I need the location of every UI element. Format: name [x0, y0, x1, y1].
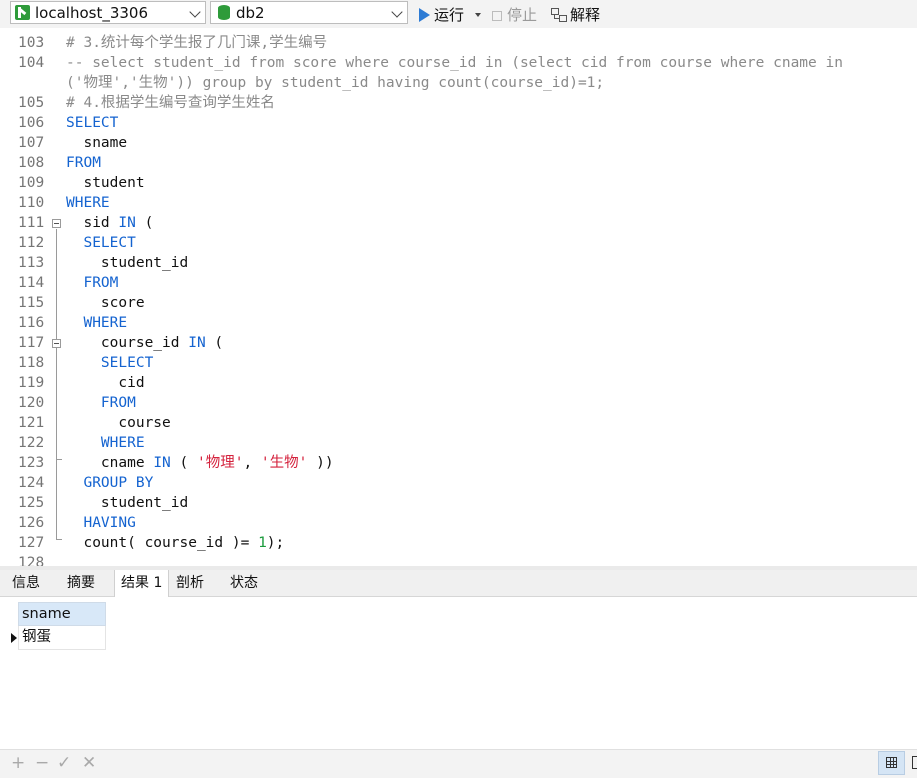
- code-text: student_id: [66, 255, 189, 271]
- line-number: 108: [18, 155, 45, 171]
- fold-guide: [56, 229, 57, 539]
- line-number: 105: [18, 95, 45, 111]
- code-text: course: [66, 415, 171, 431]
- add-record-button[interactable]: +: [11, 753, 25, 773]
- code-text: student_id: [66, 495, 189, 511]
- column-header-sname[interactable]: sname: [18, 602, 106, 626]
- tab-summary[interactable]: 摘要: [61, 570, 101, 596]
- tab-profile[interactable]: 剖析: [170, 570, 210, 596]
- code-text: cid: [66, 375, 145, 391]
- explain-icon: [551, 8, 567, 22]
- database-icon: [218, 5, 230, 20]
- chevron-down-icon[interactable]: [391, 6, 403, 18]
- code-text: WHERE: [83, 315, 128, 331]
- run-button[interactable]: 运行: [419, 4, 481, 25]
- line-number: 114: [18, 275, 45, 291]
- line-number: 103: [18, 35, 45, 51]
- code-text: cname IN ( '物理', '生物' )): [66, 455, 334, 471]
- code-text: # 4.根据学生编号查询学生姓名: [66, 95, 275, 111]
- line-number: 120: [18, 395, 45, 411]
- apply-changes-button[interactable]: ✓: [57, 753, 71, 773]
- line-number: 112: [18, 235, 45, 251]
- line-number: 107: [18, 135, 45, 151]
- toolbar: localhost_3306 db2 运行 停止 解释: [0, 0, 917, 29]
- line-number: 106: [18, 115, 45, 131]
- code-text: FROM: [66, 155, 101, 171]
- code-text: student: [66, 175, 145, 191]
- code-text: course_id IN (: [66, 335, 224, 351]
- line-number: 118: [18, 355, 45, 371]
- line-number: 126: [18, 515, 45, 531]
- line-number: 104: [18, 55, 45, 71]
- line-number: 127: [18, 535, 45, 551]
- code-text: sid IN (: [66, 215, 154, 231]
- discard-changes-button[interactable]: ✕: [82, 753, 96, 773]
- explain-button[interactable]: 解释: [551, 4, 600, 25]
- line-number: 113: [18, 255, 45, 271]
- current-row-indicator-icon: [11, 633, 17, 643]
- code-text: FROM: [100, 395, 136, 411]
- code-text: sname: [66, 135, 128, 151]
- result-tabs: 信息 摘要 结果 1 剖析 状态: [0, 570, 917, 597]
- code-text: count( course_id )= 1);: [66, 535, 285, 551]
- code-text: FROM: [83, 275, 119, 291]
- database-select[interactable]: db2: [210, 1, 408, 24]
- code-text: SELECT: [66, 115, 119, 131]
- fold-toggle-icon[interactable]: [52, 339, 61, 348]
- code-text: HAVING: [83, 515, 136, 531]
- line-number: 110: [18, 195, 45, 211]
- navicat-connection-icon: [15, 5, 30, 20]
- line-number: 109: [18, 175, 45, 191]
- grid-view-button[interactable]: [878, 751, 905, 775]
- line-number: 115: [18, 295, 45, 311]
- run-dropdown-icon[interactable]: [474, 13, 481, 17]
- line-number: 125: [18, 495, 45, 511]
- form-view-button[interactable]: [912, 756, 917, 769]
- fold-toggle-icon[interactable]: [52, 219, 61, 228]
- fold-guide-end: [56, 539, 62, 540]
- code-text: ('物理','生物')) group by student_id having …: [66, 75, 605, 91]
- code-text: # 3.统计每个学生报了几门课,学生编号: [66, 35, 328, 51]
- line-number: 116: [18, 315, 45, 331]
- line-number: 128: [18, 555, 45, 566]
- connection-select[interactable]: localhost_3306: [10, 1, 206, 24]
- code-text: WHERE: [66, 195, 110, 211]
- line-number: 117: [18, 335, 45, 351]
- delete-record-button[interactable]: −: [35, 753, 49, 773]
- connection-name: localhost_3306: [35, 4, 149, 22]
- record-toolbar: + − ✓ ✕: [0, 749, 917, 778]
- line-number: 124: [18, 475, 45, 491]
- play-icon: [419, 8, 430, 22]
- stop-button[interactable]: 停止: [492, 4, 537, 25]
- line-number: 119: [18, 375, 45, 391]
- code-text: GROUP BY: [83, 475, 154, 491]
- code-text: SELECT: [83, 235, 136, 251]
- tab-status[interactable]: 状态: [224, 570, 264, 596]
- line-number: 121: [18, 415, 45, 431]
- result-grid: sname 钢蛋: [4, 597, 917, 749]
- sql-editor[interactable]: 103 # 3.统计每个学生报了几门课,学生编号 104 -- select stud…: [0, 28, 917, 566]
- line-number: 111: [18, 215, 45, 231]
- tab-result-1[interactable]: 结果 1: [114, 570, 170, 597]
- table-cell[interactable]: 钢蛋: [18, 626, 106, 650]
- chevron-down-icon[interactable]: [189, 6, 201, 18]
- code-text: WHERE: [100, 435, 145, 451]
- database-name: db2: [236, 4, 265, 22]
- stop-icon: [492, 11, 502, 21]
- code-text: score: [66, 295, 145, 311]
- fold-guide-end: [56, 459, 62, 460]
- code-text: SELECT: [100, 355, 154, 371]
- tab-info[interactable]: 信息: [6, 570, 46, 596]
- line-number: 123: [18, 455, 45, 471]
- code-text: -- select student_id from score where co…: [66, 55, 843, 71]
- line-number: 122: [18, 435, 45, 451]
